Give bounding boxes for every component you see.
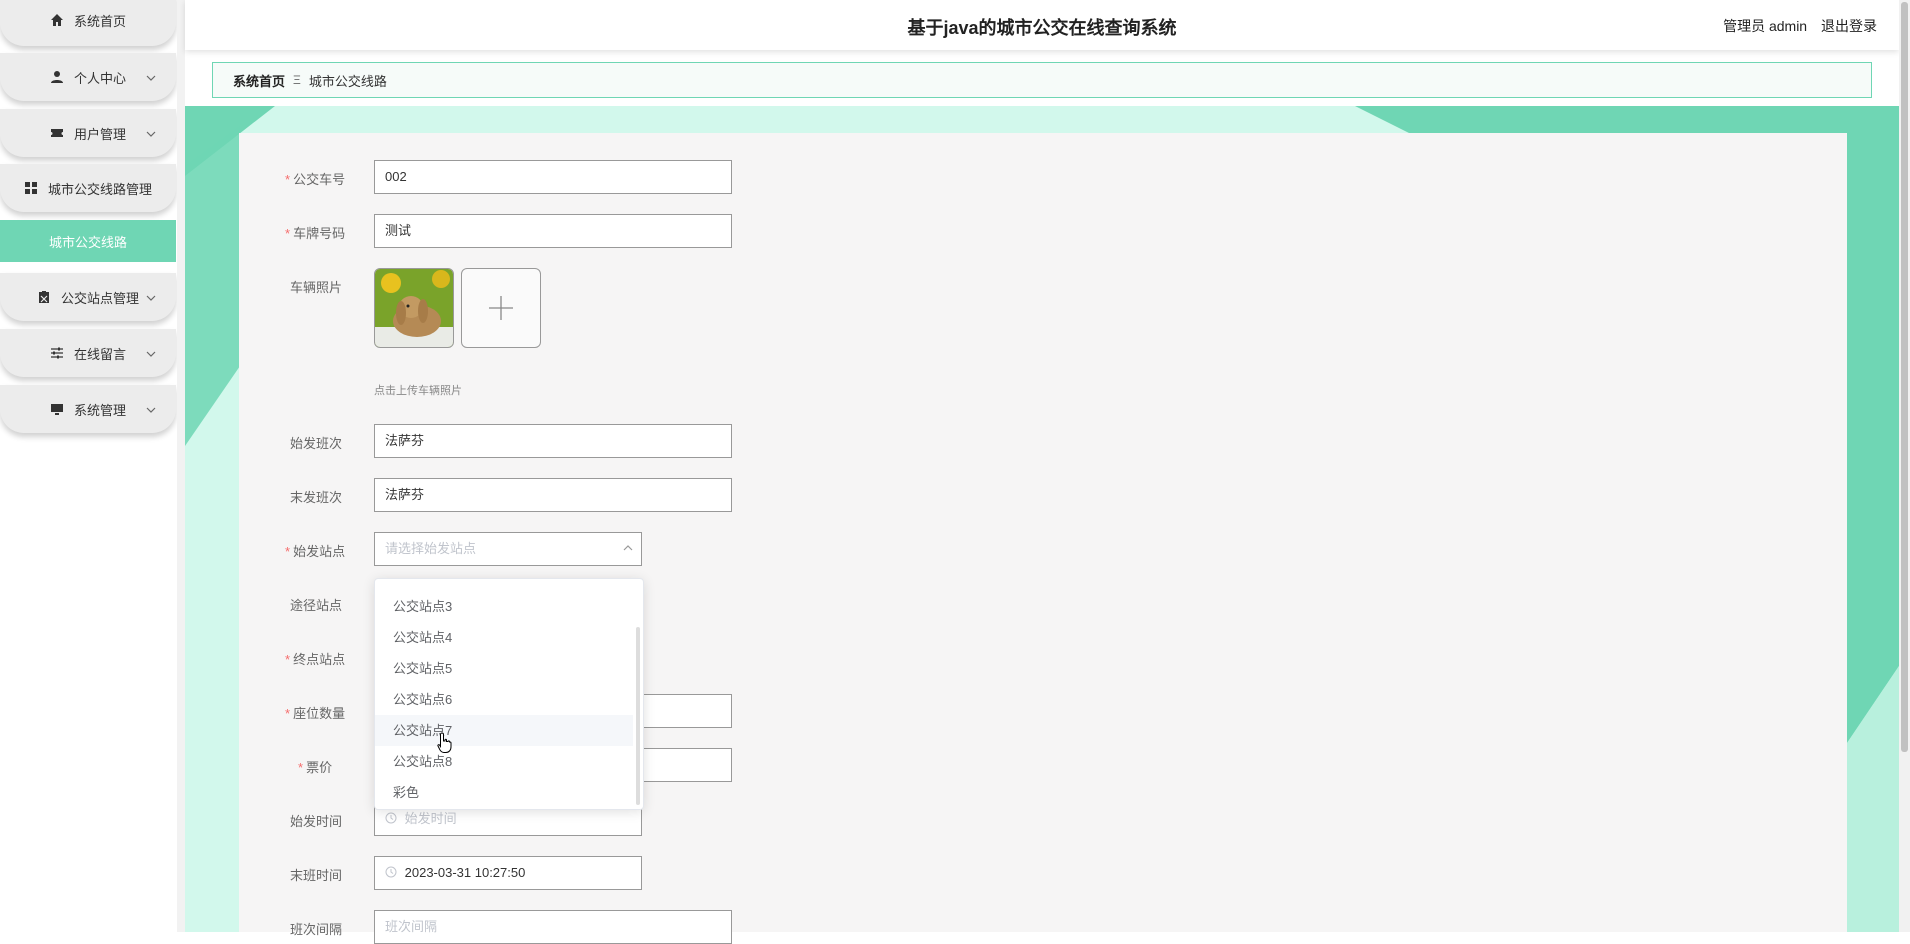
interval-input[interactable]: 班次间隔 xyxy=(374,910,732,944)
start-station-dropdown: 公交站点3 公交站点4 公交站点5 公交站点6 公交站点7 公交站点8 彩色 xyxy=(374,578,644,810)
clock-icon xyxy=(385,811,405,826)
breadcrumb-current: 城市公交线路 xyxy=(308,73,387,89)
grid-icon xyxy=(24,181,38,195)
dropdown-option[interactable]: 公交站点8 xyxy=(375,746,633,777)
sidebar-item-route-management[interactable]: 城市公交线路管理 xyxy=(0,164,176,212)
ticket-icon xyxy=(50,126,64,140)
sidebar-item-label: 系统首页 xyxy=(73,13,126,29)
sliders-icon xyxy=(50,346,64,360)
breadcrumb: 系统首页 Ξ 城市公交线路 xyxy=(212,62,1872,98)
sidebar-item-label: 城市公交线路管理 xyxy=(47,181,152,197)
chevron-down-icon xyxy=(146,127,156,137)
dropdown-option[interactable]: 彩色 xyxy=(375,777,633,808)
scrollbar-thumb[interactable] xyxy=(1901,2,1908,752)
user-icon xyxy=(50,70,64,84)
clipboard-icon xyxy=(37,290,51,304)
start-station-select[interactable]: 请选择始发站点 xyxy=(374,532,642,566)
top-header: 基于java的城市公交在线查询系统 管理员 admin 退出登录 xyxy=(185,0,1899,50)
plus-icon xyxy=(489,296,513,320)
sidebar-item-label: 个人中心 xyxy=(73,70,126,86)
sidebar-item-label: 系统管理 xyxy=(73,402,126,418)
app-title: 基于java的城市公交在线查询系统 xyxy=(907,18,1177,38)
vehicle-photo-thumbnail[interactable] xyxy=(374,268,454,348)
logout-button[interactable]: 退出登录 xyxy=(1821,18,1877,34)
chevron-down-icon xyxy=(146,403,156,413)
chevron-down-icon xyxy=(146,71,156,81)
sidebar-item-label: 用户管理 xyxy=(73,126,126,142)
sidebar-item-users[interactable]: 用户管理 xyxy=(0,109,176,157)
chevron-down-icon xyxy=(146,347,156,357)
form-row-vehicle-photo: 车辆照片 点击上传车辆照片 xyxy=(239,268,839,408)
rabbit-photo-image xyxy=(375,269,453,347)
sidebar-item-messages[interactable]: 在线留言 xyxy=(0,329,176,377)
bus-number-input[interactable]: 002 xyxy=(374,160,732,194)
dropdown-option[interactable]: 公交站点3 xyxy=(375,591,633,622)
header-user-area: 管理员 admin 退出登录 xyxy=(1713,16,1877,36)
last-time-picker[interactable]: 2023-03-31 10:27:50 xyxy=(374,856,642,890)
first-shift-input[interactable]: 法萨芬 xyxy=(374,424,732,458)
dropdown-option[interactable]: 公交站点6 xyxy=(375,684,633,715)
admin-label: 管理员 admin xyxy=(1723,18,1808,34)
chevron-down-icon xyxy=(146,291,156,301)
sidebar-item-system[interactable]: 系统管理 xyxy=(0,385,176,433)
last-shift-input[interactable]: 法萨芬 xyxy=(374,478,732,512)
upload-add-button[interactable] xyxy=(461,268,541,348)
clock-icon xyxy=(385,865,405,880)
sidebar-item-home[interactable]: 系统首页 xyxy=(0,0,176,46)
plate-number-input[interactable]: 测试 xyxy=(374,214,732,248)
hand-cursor-icon xyxy=(437,732,453,759)
form-panel: * 公交车号 002 * 车牌号码 测试 车辆照片 点击上传车辆照片 始发班次 … xyxy=(239,133,1847,944)
breadcrumb-home[interactable]: 系统首页 xyxy=(233,71,285,90)
sidebar-item-label: 城市公交线路 xyxy=(48,234,127,250)
sidebar-scrollbar[interactable] xyxy=(177,0,185,932)
sidebar-subitem-bus-routes[interactable]: 城市公交线路 xyxy=(0,220,176,262)
upload-tip: 点击上传车辆照片 xyxy=(374,385,462,397)
sidebar: 系统首页 个人中心 用户管理 城市公交线路管理 城市公交线路 公交站点管理 在线… xyxy=(0,0,178,932)
chevron-up-icon xyxy=(623,533,633,565)
monitor-icon xyxy=(50,402,64,416)
breadcrumb-separator: Ξ xyxy=(293,73,301,87)
home-icon xyxy=(50,13,64,27)
dropdown-option-hovered[interactable]: 公交站点7 xyxy=(375,715,633,746)
sidebar-item-label: 公交站点管理 xyxy=(60,290,139,306)
dropdown-option[interactable]: 公交站点5 xyxy=(375,653,633,684)
page-scrollbar[interactable] xyxy=(1899,0,1910,932)
sidebar-item-label: 在线留言 xyxy=(73,346,126,362)
sidebar-item-stations[interactable]: 公交站点管理 xyxy=(0,273,176,321)
dropdown-scrollbar[interactable] xyxy=(636,627,640,805)
sidebar-item-profile[interactable]: 个人中心 xyxy=(0,53,176,101)
dropdown-option[interactable]: 公交站点4 xyxy=(375,622,633,653)
